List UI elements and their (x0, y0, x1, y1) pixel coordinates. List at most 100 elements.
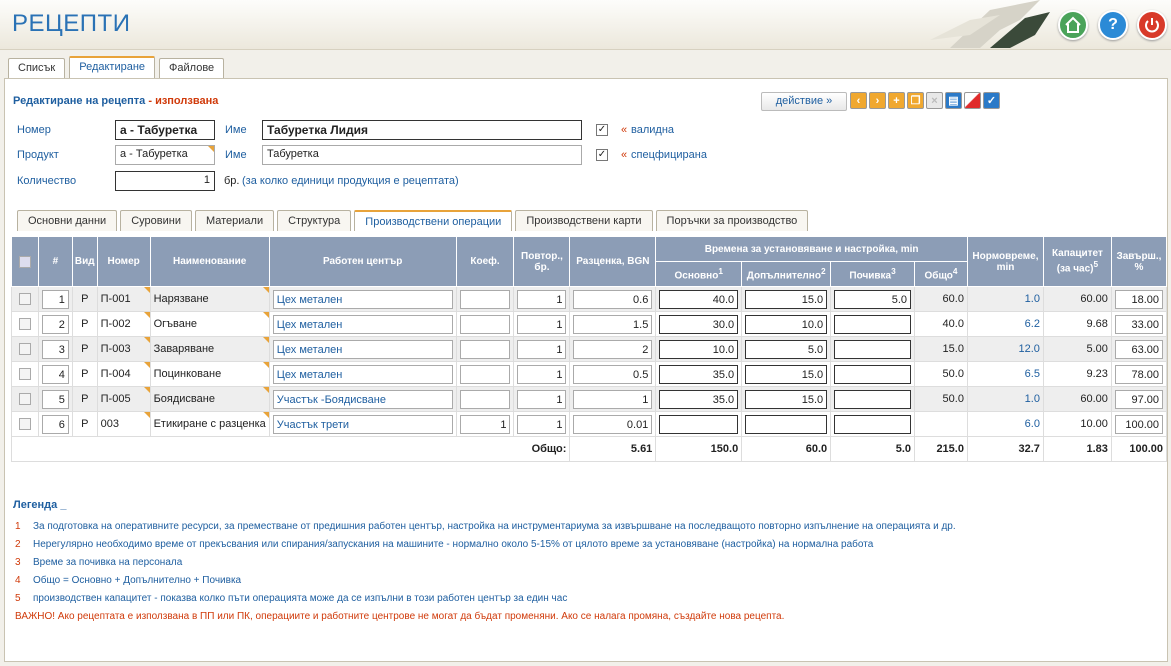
row-work-center-input[interactable]: Цех метален (272, 289, 453, 309)
row-rest-input[interactable] (834, 314, 912, 334)
tab-production-cards[interactable]: Производствени карти (515, 210, 653, 231)
row-select[interactable] (11, 386, 39, 412)
row-cost-input[interactable]: 0.5 (573, 364, 653, 384)
row-repeat-input[interactable]: 1 (517, 339, 567, 359)
select-all-checkbox[interactable] (18, 255, 31, 268)
row-repeat-input[interactable]: 1 (517, 389, 567, 409)
row-checkbox[interactable] (18, 368, 31, 380)
row-rest-input[interactable] (834, 389, 912, 409)
quantity-field[interactable]: 1 (115, 171, 215, 191)
row-select[interactable] (11, 286, 39, 312)
row-work-center-input[interactable]: Цех метален (272, 314, 453, 334)
row-cost-input[interactable]: 2 (573, 339, 653, 359)
row-done-input[interactable]: 33.00 (1114, 314, 1163, 334)
product-field[interactable]: а - Табуретка (115, 145, 215, 165)
row-rest-input[interactable]: 5.0 (834, 289, 912, 309)
row-repeat-input[interactable]: 1 (517, 289, 567, 309)
row-num-input[interactable]: 3 (41, 339, 69, 359)
row-cost-input[interactable]: 0.6 (573, 289, 653, 309)
row-checkbox[interactable] (18, 293, 31, 305)
row-repeat-input[interactable]: 1 (517, 314, 567, 334)
row-coef-input[interactable]: 1 (459, 414, 511, 434)
row-rest-input[interactable] (834, 339, 912, 359)
row-extra-input[interactable]: 15.0 (745, 364, 828, 384)
row-name[interactable]: Етикиране с разценка (149, 411, 270, 437)
home-button[interactable] (1058, 10, 1088, 40)
copy-icon[interactable]: ❐ (907, 92, 924, 109)
save-icon[interactable]: ✓ (983, 92, 1000, 109)
name-field[interactable]: Табуретка Лидия (262, 120, 582, 140)
row-base-input[interactable]: 30.0 (659, 314, 739, 334)
row-repeat-input[interactable]: 1 (517, 414, 567, 434)
row-num-input[interactable]: 1 (41, 289, 69, 309)
row-extra-input[interactable]: 5.0 (745, 339, 828, 359)
row-cost-input[interactable]: 0.01 (573, 414, 653, 434)
valid-checkbox[interactable]: ✓ (596, 124, 608, 136)
row-done-input[interactable]: 97.00 (1114, 389, 1163, 409)
cancel-icon[interactable] (964, 92, 981, 109)
row-coef-input[interactable] (459, 389, 511, 409)
row-cost-input[interactable]: 1 (573, 389, 653, 409)
row-done-input[interactable]: 18.00 (1114, 289, 1163, 309)
number-field[interactable]: а - Табуретка (115, 120, 215, 140)
row-coef-input[interactable] (459, 339, 511, 359)
row-work-center-input[interactable]: Участък трети (272, 414, 453, 434)
row-extra-input[interactable]: 15.0 (745, 289, 828, 309)
row-rest-input[interactable] (834, 414, 912, 434)
row-done-input[interactable]: 100.00 (1114, 414, 1163, 434)
tab-raw-materials[interactable]: Суровини (120, 210, 192, 231)
print-icon[interactable]: ▤ (945, 92, 962, 109)
row-cost-input[interactable]: 1.5 (573, 314, 653, 334)
row-select[interactable] (11, 361, 39, 387)
tab-operations[interactable]: Производствени операции (354, 210, 513, 231)
tab-materials[interactable]: Материали (194, 210, 275, 231)
row-code[interactable]: П-002 (96, 311, 151, 337)
row-extra-input[interactable]: 15.0 (745, 389, 828, 409)
row-num-input[interactable]: 4 (41, 364, 69, 384)
row-name[interactable]: Заваряване (149, 336, 270, 362)
row-work-center-input[interactable]: Участък -Боядисване (272, 389, 453, 409)
row-work-center-input[interactable]: Цех метален (272, 364, 453, 384)
prev-icon[interactable]: ‹ (850, 92, 867, 109)
tab-production-orders[interactable]: Поръчки за производство (655, 210, 809, 231)
row-checkbox[interactable] (18, 393, 31, 405)
row-base-input[interactable]: 40.0 (659, 289, 739, 309)
logout-button[interactable] (1137, 10, 1167, 40)
row-code[interactable]: П-001 (96, 286, 151, 312)
tab-list[interactable]: Списък (8, 58, 66, 78)
specified-checkbox[interactable]: ✓ (596, 149, 608, 161)
row-name[interactable]: Боядисване (149, 386, 270, 412)
row-base-input[interactable] (659, 414, 739, 434)
row-base-input[interactable]: 35.0 (659, 364, 739, 384)
next-icon[interactable]: › (869, 92, 886, 109)
row-select[interactable] (11, 311, 39, 337)
row-base-input[interactable]: 35.0 (659, 389, 739, 409)
row-repeat-input[interactable]: 1 (517, 364, 567, 384)
row-code[interactable]: 003 (96, 411, 151, 437)
row-name[interactable]: Нарязване (149, 286, 270, 312)
row-coef-input[interactable] (459, 289, 511, 309)
row-num-input[interactable]: 2 (41, 314, 69, 334)
row-num-input[interactable]: 5 (41, 389, 69, 409)
row-name[interactable]: Огъване (149, 311, 270, 337)
row-rest-input[interactable] (834, 364, 912, 384)
row-coef-input[interactable] (459, 364, 511, 384)
row-done-input[interactable]: 78.00 (1114, 364, 1163, 384)
row-select[interactable] (11, 336, 39, 362)
row-name[interactable]: Поцинковане (149, 361, 270, 387)
row-checkbox[interactable] (18, 343, 31, 355)
help-button[interactable]: ? (1098, 10, 1128, 40)
row-checkbox[interactable] (18, 318, 31, 330)
tab-files[interactable]: Файлове (159, 58, 225, 78)
add-icon[interactable]: + (888, 92, 905, 109)
row-select[interactable] (11, 411, 39, 437)
row-work-center-input[interactable]: Цех метален (272, 339, 453, 359)
row-code[interactable]: П-004 (96, 361, 151, 387)
row-coef-input[interactable] (459, 314, 511, 334)
row-code[interactable]: П-005 (96, 386, 151, 412)
row-done-input[interactable]: 63.00 (1114, 339, 1163, 359)
tab-main-data[interactable]: Основни данни (17, 210, 118, 231)
tab-edit[interactable]: Редактиране (69, 56, 156, 78)
row-extra-input[interactable]: 10.0 (745, 314, 828, 334)
row-extra-input[interactable] (745, 414, 828, 434)
